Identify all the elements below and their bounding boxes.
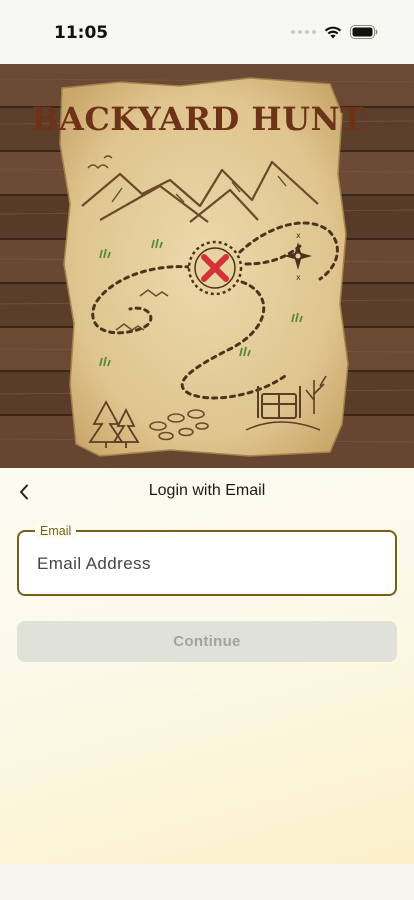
signal-dots-icon	[291, 30, 316, 34]
x-mark-icon	[187, 240, 243, 296]
bottom-safe-area	[0, 864, 414, 900]
page-title: Login with Email	[148, 482, 266, 499]
status-bar: 11:05	[0, 0, 414, 64]
treasure-map-illustration: BACKYARD HUNT x x	[0, 64, 414, 468]
email-field[interactable]: Email	[17, 523, 397, 596]
login-panel: Login with Email Email Continue	[0, 468, 414, 864]
battery-icon	[350, 25, 378, 39]
status-icons	[291, 25, 378, 39]
svg-text:x: x	[296, 273, 301, 282]
continue-button[interactable]: Continue	[17, 621, 397, 662]
email-label: Email	[35, 523, 77, 539]
email-input[interactable]	[37, 550, 377, 578]
status-time: 11:05	[54, 23, 109, 43]
wifi-icon	[324, 26, 342, 39]
map-title: BACKYARD HUNT	[31, 100, 364, 138]
svg-text:x: x	[296, 231, 301, 240]
hero-image: BACKYARD HUNT x x	[0, 64, 414, 468]
